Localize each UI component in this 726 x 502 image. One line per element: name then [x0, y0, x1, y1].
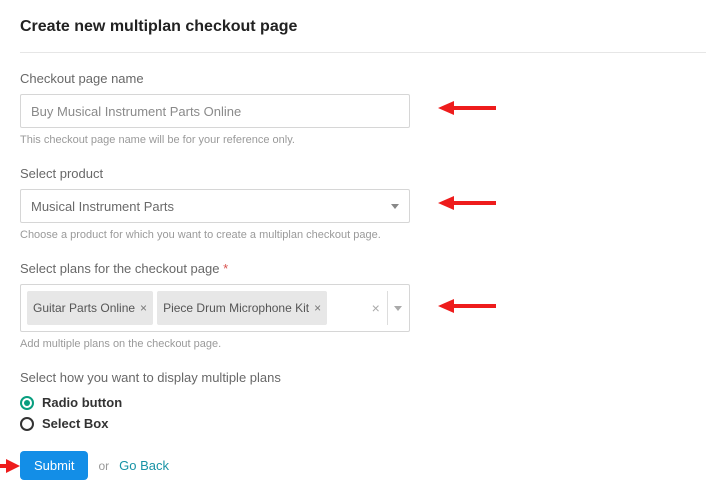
- divider: [20, 52, 706, 53]
- plan-chip-label: Guitar Parts Online: [33, 301, 135, 315]
- page-name-helper: This checkout page name will be for your…: [20, 134, 706, 146]
- annotation-arrow: [438, 97, 498, 119]
- submit-button[interactable]: Submit: [20, 451, 88, 480]
- display-option-select-box[interactable]: Select Box: [20, 416, 706, 431]
- chevron-down-icon[interactable]: [388, 306, 410, 311]
- page-name-label: Checkout page name: [20, 71, 706, 86]
- product-select[interactable]: Musical Instrument Parts: [20, 189, 410, 223]
- product-label: Select product: [20, 166, 706, 181]
- close-icon[interactable]: ×: [140, 302, 147, 314]
- product-field: Select product Musical Instrument Parts …: [20, 166, 706, 241]
- annotation-arrow: [438, 192, 498, 214]
- or-text: or: [98, 459, 109, 473]
- radio-icon: [20, 396, 34, 410]
- plans-label: Select plans for the checkout page *: [20, 261, 706, 276]
- required-mark: *: [223, 261, 228, 276]
- page-title: Create new multiplan checkout page: [20, 18, 706, 36]
- go-back-link[interactable]: Go Back: [119, 458, 169, 473]
- display-label: Select how you want to display multiple …: [20, 370, 706, 385]
- chevron-down-icon: [391, 204, 399, 209]
- plans-helper: Add multiple plans on the checkout page.: [20, 338, 706, 350]
- plans-field: Select plans for the checkout page * Gui…: [20, 261, 706, 350]
- radio-label: Select Box: [42, 416, 108, 431]
- display-option-radio-button[interactable]: Radio button: [20, 395, 706, 410]
- multiselect-controls: ×: [365, 285, 409, 331]
- product-helper: Choose a product for which you want to c…: [20, 229, 706, 241]
- close-icon[interactable]: ×: [314, 302, 321, 314]
- product-selected-value: Musical Instrument Parts: [31, 199, 174, 214]
- radio-label: Radio button: [42, 395, 122, 410]
- radio-icon: [20, 417, 34, 431]
- form-actions: Submit or Go Back: [20, 451, 706, 480]
- plans-multiselect[interactable]: Guitar Parts Online × Piece Drum Microph…: [20, 284, 410, 332]
- clear-all-icon[interactable]: ×: [365, 300, 387, 316]
- page-name-input[interactable]: [20, 94, 410, 128]
- plan-chip-label: Piece Drum Microphone Kit: [163, 301, 309, 315]
- plan-chip: Piece Drum Microphone Kit ×: [157, 291, 327, 325]
- display-field: Select how you want to display multiple …: [20, 370, 706, 431]
- annotation-arrow: [438, 295, 498, 317]
- page-name-field: Checkout page name This checkout page na…: [20, 71, 706, 146]
- plan-chip: Guitar Parts Online ×: [27, 291, 153, 325]
- annotation-arrow: [0, 455, 20, 477]
